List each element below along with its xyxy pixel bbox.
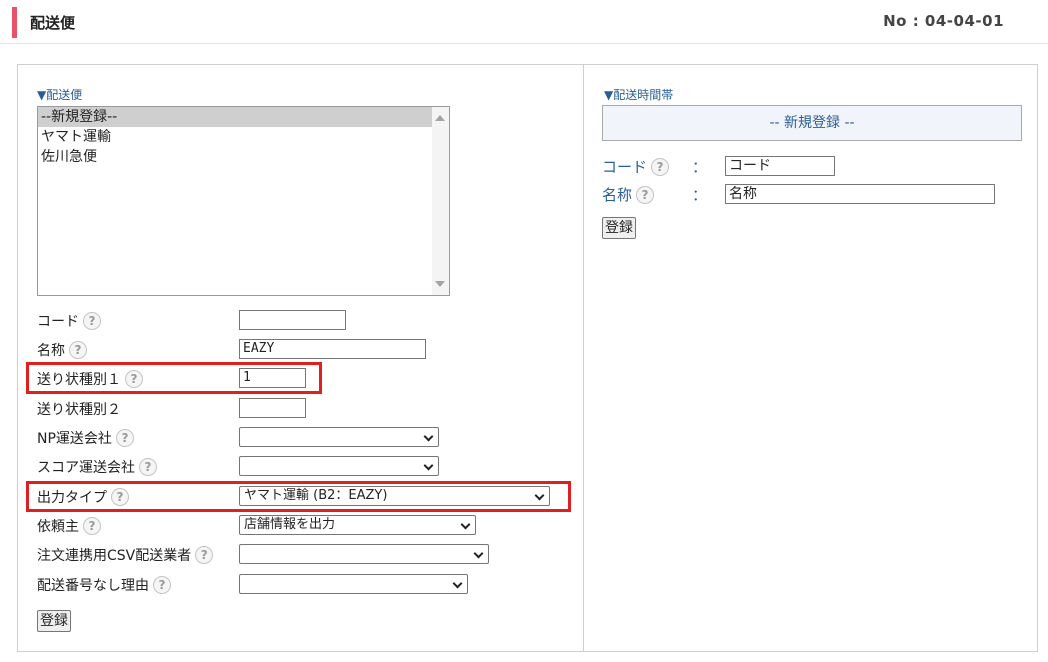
delivery-listbox[interactable]: --新規登録-- ヤマト運輸 佐川急便 xyxy=(37,106,450,296)
score-carrier-select[interactable] xyxy=(239,456,439,476)
list-item[interactable]: ヤマト運輸 xyxy=(38,127,449,147)
help-icon[interactable]: ? xyxy=(83,517,101,535)
chevron-down-icon xyxy=(460,519,471,530)
listbox-scrollbar[interactable] xyxy=(432,107,449,295)
help-icon[interactable]: ? xyxy=(139,458,157,476)
time-code-row: コード? ： コード xyxy=(602,156,1032,178)
colon-separator: ： xyxy=(692,186,708,204)
time-name-row: 名称? ： 名称 xyxy=(602,184,1032,206)
slip-type-2-row: 送り状種別２ xyxy=(37,398,577,420)
chevron-down-icon xyxy=(423,431,434,442)
delivery-section-label: ▼配送便 xyxy=(37,88,83,102)
help-icon[interactable]: ? xyxy=(195,546,214,564)
time-slot-panel: ▼配送時間帯 -- 新規登録 -- コード? ： コード 名称? ： 名称 登録 xyxy=(583,64,1038,652)
csv-carrier-label: 注文連携用CSV配送業者 xyxy=(37,548,192,564)
client-select[interactable]: 店舗情報を出力 xyxy=(239,515,476,535)
chevron-down-icon xyxy=(473,548,484,559)
name-label: 名称 xyxy=(37,343,65,359)
time-code-input[interactable]: コード xyxy=(725,156,835,176)
page-header: 配送便 No : 04-04-01 xyxy=(0,0,1048,44)
time-slot-section-label: ▼配送時間帯 xyxy=(604,88,674,102)
highlight-box-output-type xyxy=(26,481,571,512)
help-icon[interactable]: ? xyxy=(83,312,101,330)
code-row: コード? xyxy=(37,310,577,332)
scroll-up-arrow-icon[interactable] xyxy=(435,115,445,121)
score-carrier-row: スコア運送会社? xyxy=(37,456,577,478)
client-row: 依頼主? 店舗情報を出力 xyxy=(37,515,577,537)
time-name-label: 名称 xyxy=(602,186,633,204)
help-icon[interactable]: ? xyxy=(636,185,655,204)
colon-separator: ： xyxy=(692,158,708,176)
name-input[interactable]: EAZY xyxy=(239,339,426,359)
np-carrier-label: NP運送会社 xyxy=(37,431,112,447)
chevron-down-icon xyxy=(452,578,463,589)
chevron-down-icon xyxy=(423,460,434,471)
np-carrier-row: NP運送会社? xyxy=(37,427,577,449)
time-name-input[interactable]: 名称 xyxy=(725,184,995,204)
no-tracking-reason-row: 配送番号なし理由? xyxy=(37,574,577,596)
time-register-button[interactable]: 登録 xyxy=(602,217,636,239)
delivery-panel: ▼配送便 --新規登録-- ヤマト運輸 佐川急便 コード? 名称? EAZY 送… xyxy=(17,64,584,652)
list-item[interactable]: 佐川急便 xyxy=(38,147,449,167)
np-carrier-select[interactable] xyxy=(239,427,439,447)
no-tracking-reason-label: 配送番号なし理由 xyxy=(37,578,149,594)
client-label: 依頼主 xyxy=(37,519,79,535)
help-icon[interactable]: ? xyxy=(115,429,134,447)
slip-type-2-input[interactable] xyxy=(239,398,306,418)
code-label: コード xyxy=(37,314,79,330)
new-registration-item[interactable]: -- 新規登録 -- xyxy=(602,105,1022,141)
help-icon[interactable]: ? xyxy=(69,341,87,359)
slip-type-2-label: 送り状種別２ xyxy=(37,402,121,418)
help-icon[interactable]: ? xyxy=(153,576,171,594)
page-number: No : 04-04-01 xyxy=(883,12,1004,30)
scroll-down-arrow-icon[interactable] xyxy=(435,281,445,287)
no-tracking-reason-select[interactable] xyxy=(239,574,468,594)
score-carrier-label: スコア運送会社 xyxy=(37,460,135,476)
csv-carrier-row: 注文連携用CSV配送業者? xyxy=(37,544,577,566)
code-input[interactable] xyxy=(239,310,346,330)
title-accent-bar xyxy=(12,7,17,38)
register-button[interactable]: 登録 xyxy=(37,610,71,632)
highlight-box-slip-type-1 xyxy=(26,362,322,394)
client-value: 店舗情報を出力 xyxy=(244,517,336,532)
csv-carrier-select[interactable] xyxy=(239,544,489,564)
name-row: 名称? EAZY xyxy=(37,339,577,361)
list-item[interactable]: --新規登録-- xyxy=(38,107,449,127)
time-code-label: コード xyxy=(602,158,648,176)
page-title: 配送便 xyxy=(30,14,76,32)
help-icon[interactable]: ? xyxy=(651,157,670,176)
